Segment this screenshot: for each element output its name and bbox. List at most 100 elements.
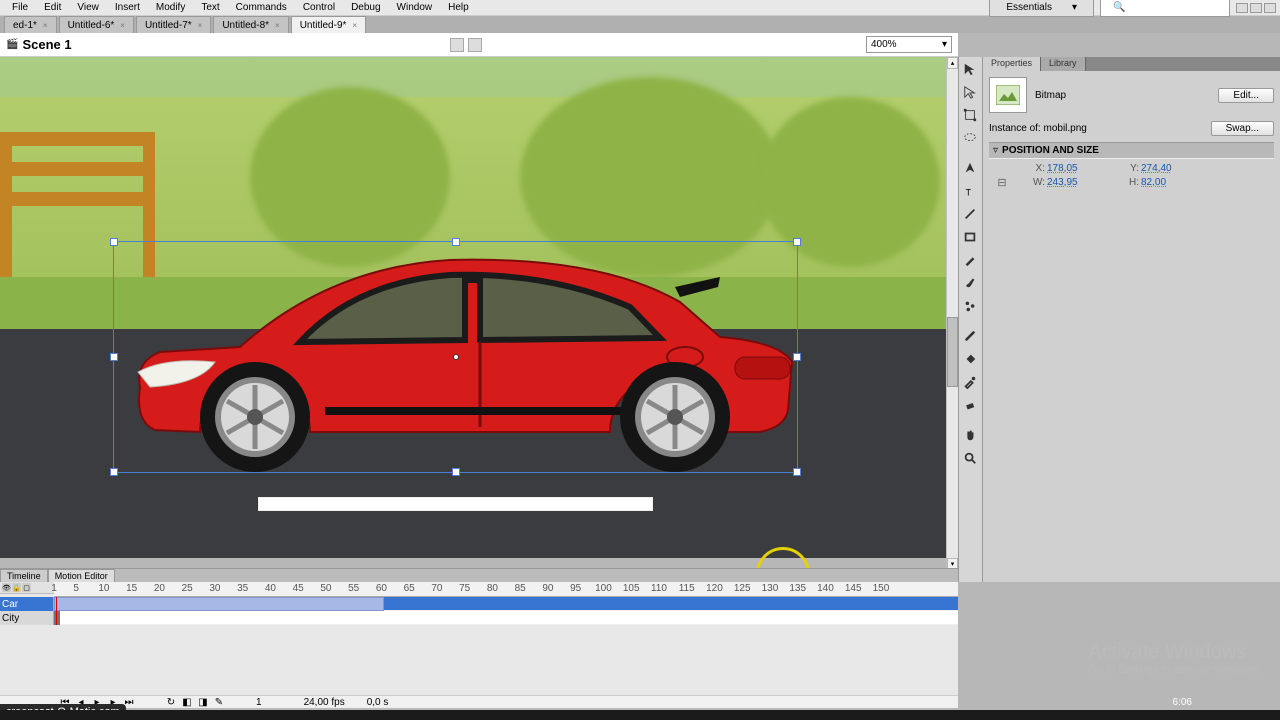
restore-button[interactable] <box>1250 3 1262 13</box>
doc-tab-0[interactable]: ed-1*× <box>4 16 57 33</box>
playhead[interactable] <box>56 597 57 625</box>
eyedropper-tool[interactable] <box>960 372 980 392</box>
document-tab-bar: ed-1*× Untitled-6*× Untitled-7*× Untitle… <box>0 16 1280 33</box>
eraser-tool[interactable] <box>960 395 980 415</box>
elapsed-time: 0,0 s <box>367 697 389 708</box>
prop-y[interactable]: 274,40 <box>1141 163 1201 174</box>
stage[interactable]: ↖ ▴ ▾ ▸ <box>0 57 958 582</box>
zoom-tool[interactable] <box>960 448 980 468</box>
doc-tab-2[interactable]: Untitled-7*× <box>136 16 211 33</box>
vertical-scrollbar[interactable]: ▴ ▾ <box>946 57 958 570</box>
edit-frames-button[interactable]: ✎ <box>214 697 224 707</box>
scroll-up-button[interactable]: ▴ <box>947 57 958 69</box>
taskbar[interactable] <box>0 710 1280 720</box>
lock-icon[interactable]: 🔒 <box>12 583 21 592</box>
search-icon: 🔍 <box>1105 0 1133 15</box>
tab-properties[interactable]: Properties <box>983 57 1041 71</box>
brush-tool[interactable] <box>960 273 980 293</box>
close-icon[interactable]: × <box>120 21 125 30</box>
menu-view[interactable]: View <box>69 0 107 15</box>
scroll-thumb[interactable] <box>947 317 958 387</box>
workspace-dropdown[interactable]: Essentials ▾ <box>989 0 1094 17</box>
menu-debug[interactable]: Debug <box>343 0 388 15</box>
line-tool[interactable] <box>960 204 980 224</box>
system-clock: 6:06 <box>1173 697 1192 708</box>
close-button[interactable] <box>1264 3 1276 13</box>
menu-help[interactable]: Help <box>440 0 477 15</box>
layer-car[interactable]: Car <box>0 597 53 611</box>
edit-scene-button[interactable] <box>450 38 464 52</box>
layer-list: Car City <box>0 597 54 625</box>
edit-button[interactable]: Edit... <box>1218 88 1274 103</box>
menu-edit[interactable]: Edit <box>36 0 69 15</box>
free-transform-tool[interactable] <box>960 105 980 125</box>
rectangle-tool[interactable] <box>960 227 980 247</box>
scene-title: Scene 1 <box>22 37 71 52</box>
close-icon[interactable]: × <box>352 21 357 30</box>
doc-tab-4[interactable]: Untitled-9*× <box>291 16 366 33</box>
svg-text:T: T <box>966 187 972 197</box>
menu-text[interactable]: Text <box>193 0 227 15</box>
bitmap-icon <box>989 77 1027 113</box>
instance-type: Bitmap <box>1035 90 1066 101</box>
doc-tab-1[interactable]: Untitled-6*× <box>59 16 134 33</box>
outline-icon[interactable]: ▢ <box>22 583 31 592</box>
close-icon[interactable]: × <box>43 21 48 30</box>
swap-button[interactable]: Swap... <box>1211 121 1274 136</box>
doc-tab-3[interactable]: Untitled-8*× <box>213 16 288 33</box>
menu-control[interactable]: Control <box>295 0 343 15</box>
layer-city[interactable]: City <box>0 611 53 625</box>
loop-button[interactable]: ↻ <box>166 697 176 707</box>
edit-symbols-button[interactable] <box>468 38 482 52</box>
text-tool[interactable]: T <box>960 181 980 201</box>
timeline-tracks[interactable] <box>54 597 958 625</box>
menu-insert[interactable]: Insert <box>107 0 148 15</box>
close-icon[interactable]: × <box>275 21 280 30</box>
pencil-tool[interactable] <box>960 250 980 270</box>
onion-skin-button[interactable]: ◧ <box>182 697 192 707</box>
bone-tool[interactable] <box>960 326 980 346</box>
tab-motion-editor[interactable]: Motion Editor <box>48 569 115 582</box>
selection-tool[interactable] <box>960 59 980 79</box>
workspace-label: Essentials <box>998 0 1060 15</box>
tools-panel: T <box>958 57 982 582</box>
search-input[interactable]: 🔍 <box>1100 0 1230 17</box>
collapse-icon: ▿ <box>993 145 998 156</box>
onion-outline-button[interactable]: ◨ <box>198 697 208 707</box>
car-instance[interactable] <box>120 242 795 472</box>
frame-rate[interactable]: 24,00 fps <box>304 697 345 708</box>
lasso-tool[interactable] <box>960 128 980 148</box>
deco-tool[interactable] <box>960 296 980 316</box>
close-icon[interactable]: × <box>198 21 203 30</box>
instance-name: mobil.png <box>1043 123 1086 134</box>
paint-bucket-tool[interactable] <box>960 349 980 369</box>
current-frame: 1 <box>256 697 262 708</box>
frame-ruler[interactable]: 1510152025303540455055606570758085909510… <box>54 582 958 597</box>
section-position-size[interactable]: ▿ POSITION AND SIZE <box>989 142 1274 159</box>
panel-tabs: Properties Library <box>983 57 1280 71</box>
layer-header-icons: 👁 🔒 ▢ <box>0 582 54 594</box>
menu-commands[interactable]: Commands <box>228 0 295 15</box>
minimize-button[interactable] <box>1236 3 1248 13</box>
scene-header: 🎬 Scene 1 400% ▾ <box>0 33 958 57</box>
zoom-value: 400% <box>871 39 897 50</box>
menu-file[interactable]: File <box>4 0 36 15</box>
pen-tool[interactable] <box>960 158 980 178</box>
menu-modify[interactable]: Modify <box>148 0 193 15</box>
canvas[interactable]: ↖ ▴ ▾ <box>0 57 958 570</box>
tab-library[interactable]: Library <box>1041 57 1086 71</box>
prop-w[interactable]: 243,95 <box>1047 177 1107 188</box>
prop-x[interactable]: 178,05 <box>1047 163 1107 174</box>
zoom-dropdown[interactable]: 400% ▾ <box>866 36 952 53</box>
lock-aspect-icon[interactable]: ⊟ <box>991 176 1013 189</box>
subselection-tool[interactable] <box>960 82 980 102</box>
window-buttons <box>1236 3 1276 13</box>
hand-tool[interactable] <box>960 425 980 445</box>
road-line <box>258 497 653 511</box>
timeline-footer: ⏮ ◂ ▸ ▸ ⏭ ↻ ◧ ◨ ✎ 1 24,00 fps 0,0 s <box>0 695 958 708</box>
prop-h[interactable]: 82,00 <box>1141 177 1201 188</box>
menu-window[interactable]: Window <box>389 0 441 15</box>
tab-timeline[interactable]: Timeline <box>0 569 48 582</box>
visibility-icon[interactable]: 👁 <box>2 583 11 592</box>
scene-icon: 🎬 <box>6 39 18 50</box>
